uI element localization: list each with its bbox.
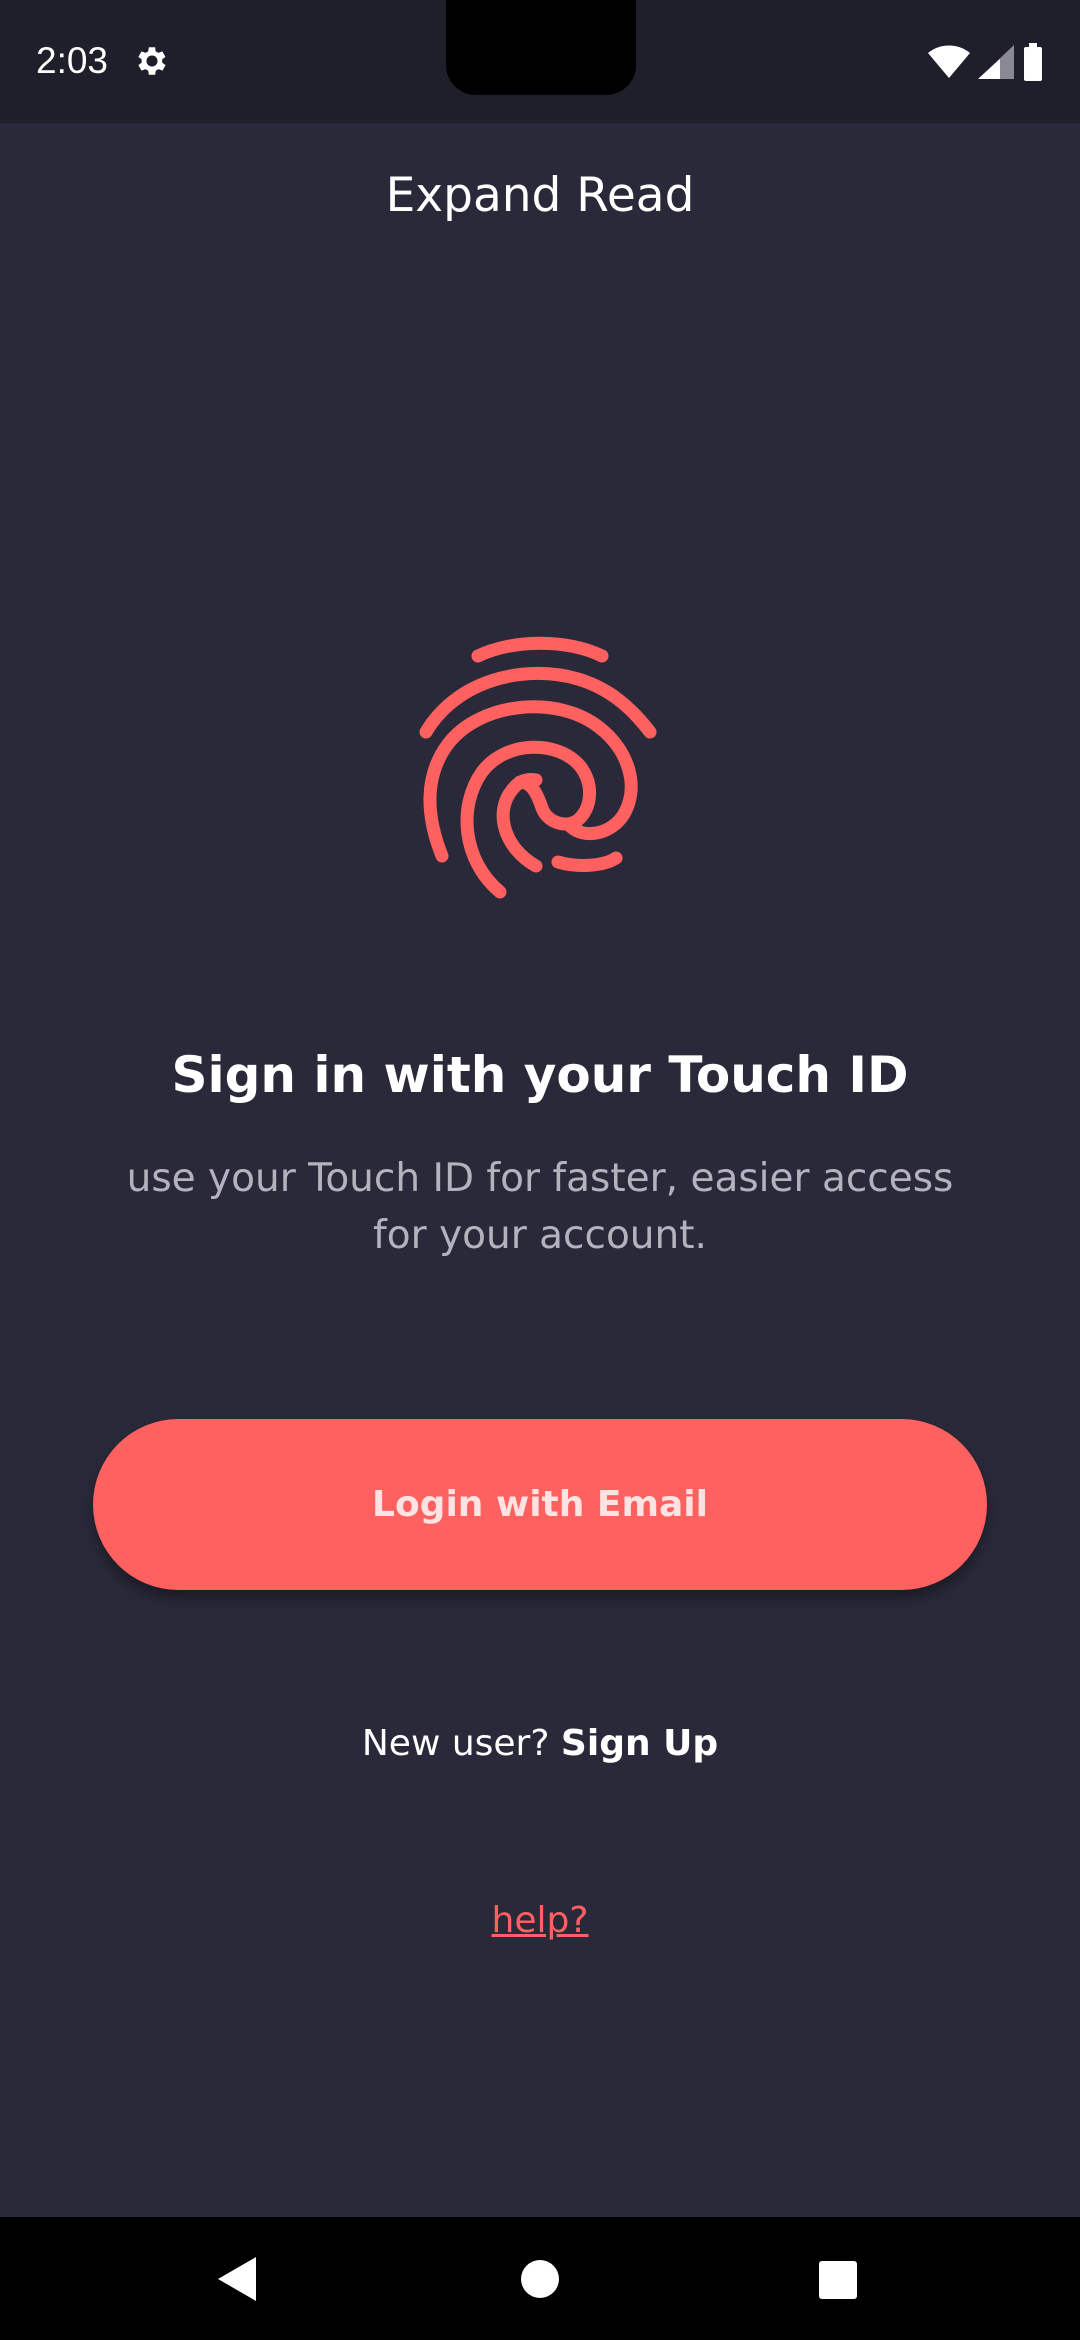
camera-notch [446, 0, 636, 95]
login-button-label: Login with Email [372, 1484, 708, 1525]
login-with-email-button[interactable]: Login with Email [93, 1419, 987, 1590]
signin-title: Sign in with your Touch ID [171, 1046, 909, 1104]
wifi-icon [928, 45, 970, 78]
app-title: Expand Read [385, 168, 695, 223]
signal-icon [978, 45, 1014, 79]
home-icon[interactable] [520, 2259, 560, 2299]
login-screen: 2:03 Expand Read Sign in with your Touch… [0, 0, 1080, 2340]
help-link[interactable]: help? [0, 1893, 1080, 1949]
sign-up-link[interactable]: Sign Up [561, 1723, 718, 1764]
back-icon[interactable] [218, 2257, 258, 2301]
signup-row: New user? Sign Up [0, 1716, 1080, 1772]
signin-subtitle: use your Touch ID for faster, easier acc… [126, 1156, 954, 1258]
status-bar: 2:03 [0, 0, 1080, 123]
new-user-text: New user? [361, 1723, 550, 1764]
battery-icon [1024, 43, 1042, 81]
status-icons [928, 42, 1044, 82]
status-time: 2:03 [36, 40, 109, 81]
fingerprint-icon [419, 636, 657, 899]
recents-icon[interactable] [818, 2260, 858, 2300]
gear-icon [138, 47, 166, 75]
